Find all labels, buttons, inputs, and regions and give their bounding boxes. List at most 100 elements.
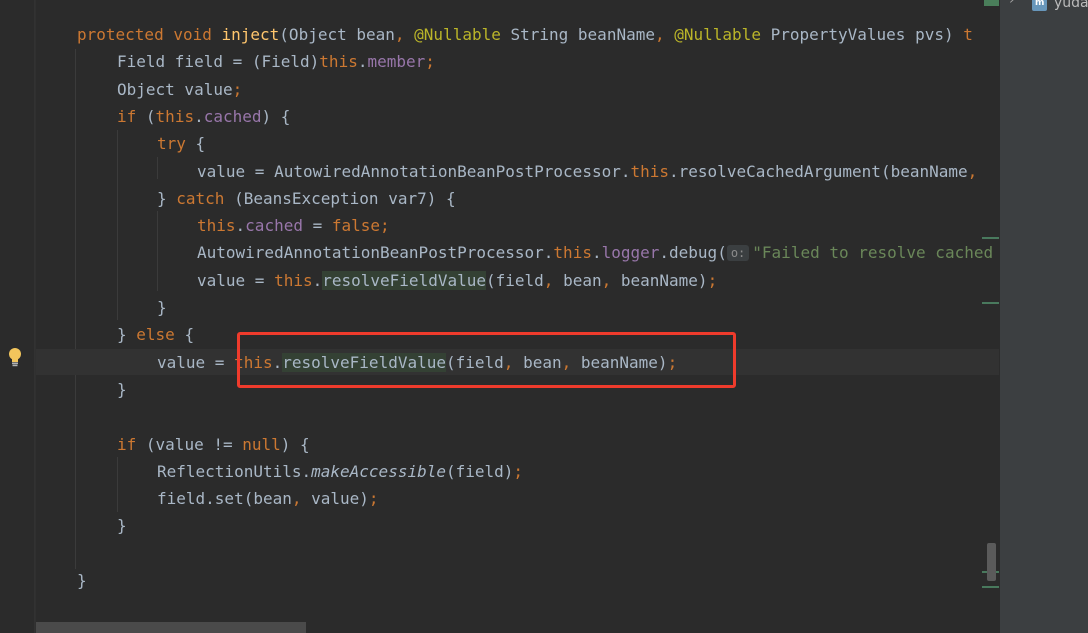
code-token: field.set(bean	[157, 489, 292, 508]
code-token: value = AutowiredAnnotationBeanPostProce…	[197, 162, 631, 181]
code-token: ;	[513, 462, 524, 481]
stripe-mark[interactable]	[982, 237, 999, 239]
code-token: .	[591, 243, 602, 262]
code-token: ,	[601, 271, 621, 290]
code-token: ;	[232, 80, 243, 99]
code-token: this	[553, 243, 592, 262]
code-token: resolveFieldValue	[322, 271, 486, 290]
code-token: }	[117, 380, 127, 399]
code-line[interactable]: if (this.cached) {	[117, 103, 290, 130]
code-line[interactable]: }	[157, 294, 167, 321]
code-token: null	[242, 435, 281, 454]
code-token: (value !=	[145, 435, 243, 454]
code-token: inject	[221, 25, 280, 44]
code-line[interactable]: value = AutowiredAnnotationBeanPostProce…	[197, 158, 977, 185]
code-token: (field)	[445, 462, 514, 481]
code-token: }	[117, 325, 137, 344]
code-token: ) {	[261, 107, 291, 126]
code-token: .	[194, 107, 204, 126]
code-token: value =	[157, 353, 235, 372]
code-token: ;	[380, 216, 390, 235]
code-token: PropertyValues pvs)	[770, 25, 964, 44]
code-token: .resolveCachedArgument(beanName	[669, 162, 968, 181]
code-line[interactable]: Object value;	[117, 76, 242, 103]
code-token: ,	[654, 25, 675, 44]
code-line[interactable]: AutowiredAnnotationBeanPostProcessor.thi…	[197, 239, 993, 266]
fold-line	[35, 0, 36, 633]
code-token: try	[157, 134, 196, 153]
horizontal-scrollbar[interactable]	[36, 622, 306, 633]
code-token: ;	[707, 271, 718, 290]
code-line[interactable]: ReflectionUtils.makeAccessible(field);	[157, 458, 523, 485]
code-line[interactable]: if (value != null) {	[117, 431, 310, 458]
code-token: ;	[368, 489, 379, 508]
code-token: {	[195, 134, 206, 153]
code-line[interactable]: }	[117, 376, 127, 403]
code-token: cached	[245, 216, 313, 235]
code-token: (Object bean	[279, 25, 395, 44]
stripe-mark[interactable]	[982, 302, 999, 304]
chevron-right-icon[interactable]: ›	[1009, 0, 1015, 8]
code-token: this	[155, 107, 195, 126]
code-line[interactable]: try {	[157, 130, 205, 157]
code-line[interactable]: value = this.resolveFieldValue(field, be…	[197, 267, 717, 294]
code-token: (	[145, 107, 156, 126]
code-token: .	[312, 271, 323, 290]
code-line[interactable]: this.cached = false;	[197, 212, 390, 239]
code-token: this	[274, 271, 313, 290]
code-token: ,	[967, 162, 978, 181]
error-stripe[interactable]	[978, 0, 999, 633]
code-token: (field	[486, 271, 544, 290]
code-line[interactable]: protected void inject(Object bean, @Null…	[77, 21, 973, 48]
code-token: ,	[394, 25, 415, 44]
code-line[interactable]: Field field = (Field)this.member;	[117, 48, 435, 75]
code-token: }	[117, 516, 127, 535]
code-token: .debug(	[659, 243, 727, 262]
code-token: void	[173, 25, 222, 44]
code-line[interactable]: field.set(bean, value);	[157, 485, 379, 512]
code-token: member	[367, 52, 426, 71]
code-token: ReflectionUtils.	[157, 462, 312, 481]
code-token: @Nullable	[414, 25, 511, 44]
code-token: logger	[601, 243, 660, 262]
code-token: value)	[311, 489, 369, 508]
indent-guide	[157, 211, 158, 291]
code-token: bean	[563, 271, 602, 290]
code-token: t	[963, 25, 973, 44]
code-token: ;	[425, 52, 435, 71]
code-token: =	[312, 216, 332, 235]
indent-guide	[117, 457, 118, 512]
code-line[interactable]: } else {	[117, 321, 194, 348]
stripe-mark[interactable]	[982, 586, 999, 588]
indent-guide	[157, 157, 158, 179]
code-token: "Failed to resolve cached	[752, 243, 994, 262]
code-token: .	[235, 216, 246, 235]
vertical-scrollbar-thumb[interactable]	[987, 543, 996, 581]
code-token: this	[630, 162, 670, 181]
indent-guide	[75, 49, 76, 569]
code-line[interactable]: }	[77, 567, 87, 594]
code-token: ,	[291, 489, 312, 508]
editor-gutter[interactable]	[0, 0, 35, 633]
code-line[interactable]: }	[117, 512, 127, 539]
code-editor[interactable]: protected void inject(Object bean, @Null…	[0, 0, 999, 633]
code-token: @Nullable	[674, 25, 771, 44]
stripe-mark[interactable]	[984, 0, 999, 6]
code-token: ) {	[280, 435, 310, 454]
code-line[interactable]: } catch (BeansException var7) {	[157, 185, 456, 212]
indent-guide	[117, 130, 118, 320]
project-name[interactable]: yudao	[1054, 0, 1088, 11]
code-token: cached	[203, 107, 262, 126]
lightbulb-icon[interactable]	[7, 347, 23, 369]
module-icon: m	[1032, 0, 1047, 11]
code-token: beanName)	[620, 271, 708, 290]
code-token: ,	[543, 271, 564, 290]
code-token: }	[157, 298, 167, 317]
code-token: false	[331, 216, 381, 235]
code-token: catch	[176, 189, 235, 208]
code-token: String beanName	[510, 25, 655, 44]
code-token: (BeansException var7) {	[234, 189, 456, 208]
code-token: this	[197, 216, 236, 235]
code-token: value =	[197, 271, 275, 290]
project-sidebar[interactable]: › m yudao	[999, 0, 1088, 633]
